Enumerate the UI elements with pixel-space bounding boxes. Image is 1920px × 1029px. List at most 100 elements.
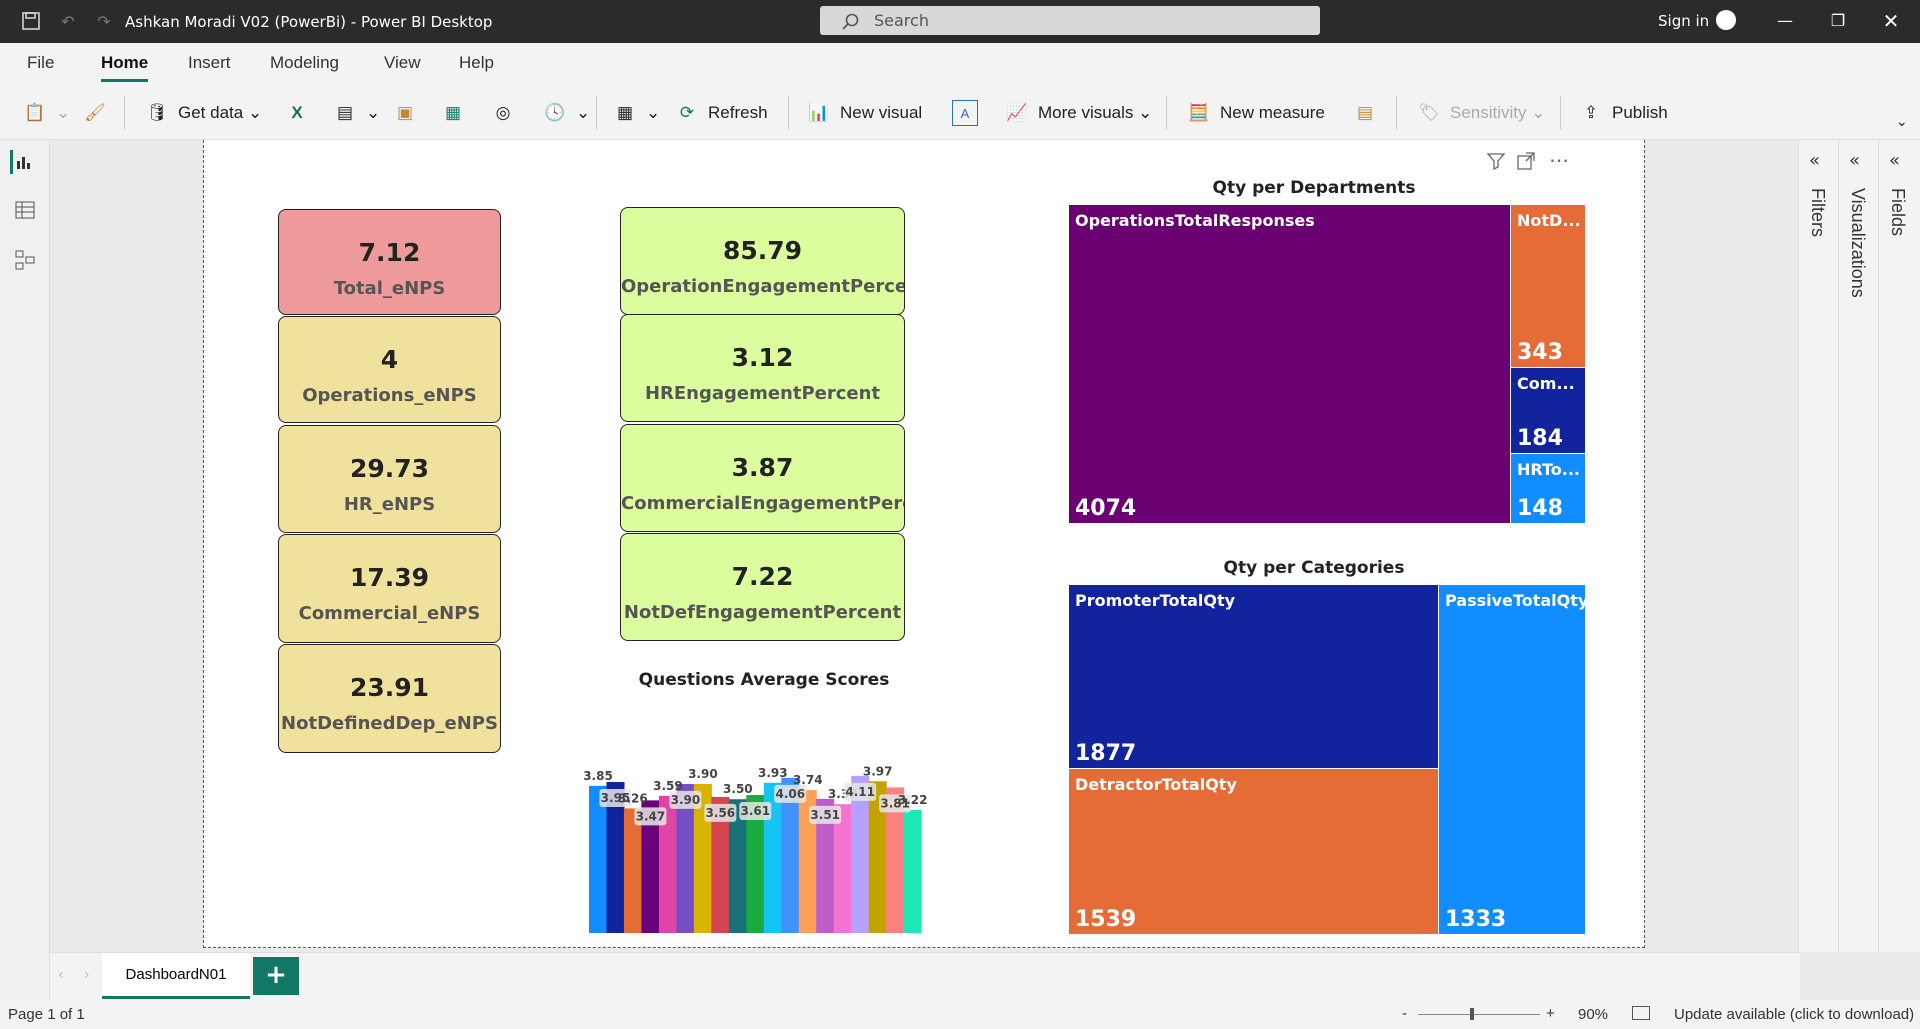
menu-modeling[interactable]: Modeling xyxy=(270,53,339,73)
new-measure-button[interactable]: 🧮 New measure xyxy=(1186,98,1325,128)
more-options-icon[interactable]: ⋯ xyxy=(1549,148,1570,172)
treemap-tile-passive[interactable]: PassiveTotalQty 1333 xyxy=(1439,585,1585,934)
menu-insert[interactable]: Insert xyxy=(188,53,231,73)
tab-next-icon[interactable]: › xyxy=(84,967,90,983)
card-notdef-engagement[interactable]: 7.22 NotDefEngagementPercent xyxy=(620,533,905,641)
report-page: 7.12 Total_eNPS 4 Operations_eNPS 29.73 … xyxy=(203,140,1645,948)
card-commercial-engagement[interactable]: 3.87 CommercialEngagementPerc... xyxy=(620,424,905,532)
right-panes: « Filters « Visualizations « Fields xyxy=(1798,140,1920,952)
data-label: 3.85 xyxy=(583,769,613,783)
search-input[interactable]: Search xyxy=(820,6,1320,35)
sensitivity-button[interactable]: 🏷 Sensitivity ⌄ xyxy=(1416,98,1545,128)
card-total-enps[interactable]: 7.12 Total_eNPS xyxy=(278,209,501,315)
menu-view[interactable]: View xyxy=(384,53,421,73)
new-measure-label: New measure xyxy=(1220,103,1325,122)
zoom-slider[interactable] xyxy=(1418,1014,1540,1015)
publish-button[interactable]: ⇪ Publish xyxy=(1578,98,1668,128)
card-commercial-enps[interactable]: 17.39 Commercial_eNPS xyxy=(278,534,501,643)
card-operation-engagement[interactable]: 85.79 OperationEngagementPercent xyxy=(620,207,905,315)
expand-filters-icon[interactable]: « xyxy=(1809,150,1820,171)
card-value: 3.12 xyxy=(731,343,794,372)
zoom-slider-thumb[interactable] xyxy=(1470,1008,1474,1020)
card-label: NotDefinedDep_eNPS xyxy=(281,713,498,734)
tile-label: HRTo... xyxy=(1517,460,1581,479)
get-data-button[interactable]: 🛢 Get data ⌄ xyxy=(144,98,262,128)
fit-to-page-icon[interactable] xyxy=(1632,1006,1650,1020)
sign-in-link[interactable]: Sign in xyxy=(1658,12,1709,30)
card-label: Commercial_eNPS xyxy=(298,603,481,624)
recent-sources-button[interactable]: 🕓 ⌄ xyxy=(542,98,590,128)
redo-icon[interactable]: ↷ xyxy=(93,10,115,32)
ribbon-divider xyxy=(1396,96,1397,130)
more-visuals-button[interactable]: 📈 More visuals ⌄ xyxy=(1004,98,1152,128)
data-label: 3.59 xyxy=(653,779,683,793)
tab-prev-icon[interactable]: ‹ xyxy=(58,967,64,983)
questions-average-bar-chart[interactable]: 3.853.953.263.473.593.903.903.563.503.61… xyxy=(579,725,939,935)
card-value: 7.12 xyxy=(358,238,421,267)
treemap-tile-operations[interactable]: OperationsTotalResponses 4074 xyxy=(1069,205,1510,523)
fields-pane-label: Fields xyxy=(1888,188,1908,237)
card-hr-enps[interactable]: 29.73 HR_eNPS xyxy=(278,425,501,533)
transform-data-button[interactable]: ▦ ⌄ xyxy=(612,98,660,128)
card-label: Operations_eNPS xyxy=(302,385,477,406)
treemap-tile-hr[interactable]: HRTo... 148 xyxy=(1511,454,1585,523)
sql-button[interactable]: ▣ xyxy=(392,98,426,128)
data-label: 3.22 xyxy=(898,793,928,807)
quick-measure-button[interactable]: ▤ xyxy=(1352,98,1386,128)
focus-mode-icon[interactable] xyxy=(1517,152,1535,174)
model-view-icon[interactable] xyxy=(13,248,37,272)
undo-icon[interactable]: ↶ xyxy=(57,10,79,32)
data-label: 3.50 xyxy=(723,782,753,796)
filter-icon[interactable] xyxy=(1486,152,1506,174)
new-visual-button[interactable]: 📊 New visual xyxy=(806,98,922,128)
format-painter-button[interactable]: 🖌 xyxy=(82,98,116,128)
excel-button[interactable]: X xyxy=(284,98,318,128)
minimize-icon[interactable]: — xyxy=(1765,8,1805,34)
zoom-out-button[interactable]: - xyxy=(1402,1005,1407,1022)
refresh-button[interactable]: ⟳ Refresh xyxy=(674,98,768,128)
avatar[interactable] xyxy=(1716,10,1736,30)
treemap-tile-commercial[interactable]: Com... 184 xyxy=(1511,368,1585,453)
expand-visualizations-icon[interactable]: « xyxy=(1849,150,1860,171)
add-page-button[interactable]: + xyxy=(253,957,299,995)
card-operations-enps[interactable]: 4 Operations_eNPS xyxy=(278,316,501,423)
treemap-tile-detractor[interactable]: DetractorTotalQty 1539 xyxy=(1069,769,1438,934)
paste-button[interactable]: 📋 ⌄ xyxy=(22,98,70,128)
bar-q1[interactable] xyxy=(589,785,607,933)
zoom-in-button[interactable]: + xyxy=(1546,1005,1555,1022)
card-notdefined-enps[interactable]: 23.91 NotDefinedDep_eNPS xyxy=(278,644,501,753)
menu-home[interactable]: Home xyxy=(101,53,149,82)
filters-pane[interactable]: « Filters xyxy=(1799,140,1839,952)
refresh-label: Refresh xyxy=(708,103,768,122)
tile-label: PassiveTotalQty xyxy=(1445,591,1585,610)
update-available-link[interactable]: Update available (click to download) xyxy=(1674,1006,1914,1023)
close-icon[interactable]: ✕ xyxy=(1871,8,1911,34)
data-label: 3.74 xyxy=(793,773,823,787)
restore-icon[interactable]: ❐ xyxy=(1818,8,1858,34)
enter-data-button[interactable]: ▦ xyxy=(440,98,474,128)
bar-q19[interactable] xyxy=(903,809,922,933)
more-visuals-label: More visuals xyxy=(1038,103,1134,122)
fields-pane[interactable]: « Fields xyxy=(1879,140,1919,952)
save-icon[interactable] xyxy=(20,10,42,32)
treemap-tile-promoter[interactable]: PromoterTotalQty 1877 xyxy=(1069,585,1438,768)
dataverse-button[interactable]: ◎ xyxy=(490,98,524,128)
visualizations-pane[interactable]: « Visualizations xyxy=(1839,140,1879,952)
bar-q3[interactable] xyxy=(623,808,642,933)
menu-file[interactable]: File xyxy=(27,53,54,73)
bar-chart-icon: 📊 xyxy=(808,103,830,122)
report-view-icon[interactable] xyxy=(10,150,34,174)
card-hr-engagement[interactable]: 3.12 HREngagementPercent xyxy=(620,314,905,422)
text-box-button[interactable]: A xyxy=(952,98,986,128)
expand-fields-icon[interactable]: « xyxy=(1889,150,1900,171)
ribbon-collapse-icon[interactable]: ⌄ xyxy=(1896,106,1908,136)
treemap-tile-notdefined[interactable]: NotD... 343 xyxy=(1511,205,1585,367)
card-label: NotDefEngagementPercent xyxy=(623,602,902,623)
new-visual-label: New visual xyxy=(840,103,923,122)
menu-help[interactable]: Help xyxy=(459,53,494,73)
tab-dashboard[interactable]: DashboardN01 xyxy=(102,953,250,999)
table-view-icon[interactable] xyxy=(13,198,37,222)
calculator-icon: 🧮 xyxy=(1188,103,1210,122)
data-hub-button[interactable]: ▤ ⌄ xyxy=(332,98,380,128)
data-label: 3.90 xyxy=(688,767,718,781)
